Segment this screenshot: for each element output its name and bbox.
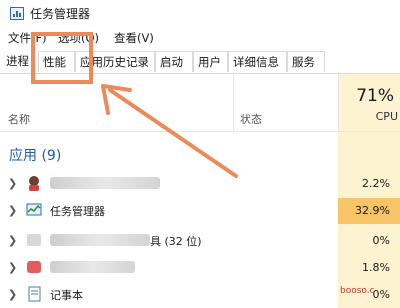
annotation-arrow xyxy=(101,84,238,178)
watermark: booso.c xyxy=(340,286,375,296)
